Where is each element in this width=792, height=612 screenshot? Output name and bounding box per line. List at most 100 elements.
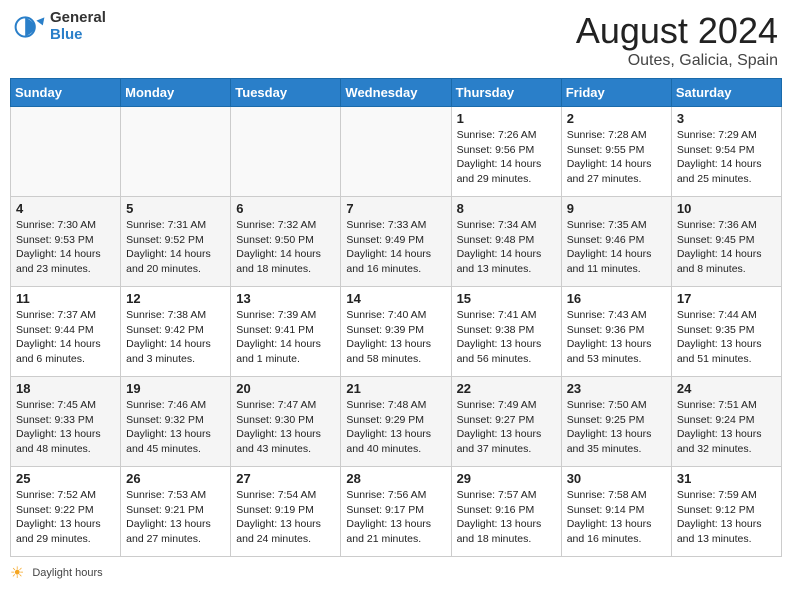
sun-icon: ☀ [10, 563, 24, 583]
day-number: 1 [457, 111, 556, 126]
logo-blue-text: Blue [50, 27, 106, 44]
day-info: Sunrise: 7:48 AM Sunset: 9:29 PM Dayligh… [346, 398, 445, 457]
day-info: Sunrise: 7:57 AM Sunset: 9:16 PM Dayligh… [457, 488, 556, 547]
calendar-cell: 7 Sunrise: 7:33 AM Sunset: 9:49 PM Daylig… [341, 197, 451, 287]
calendar-header: SundayMondayTuesdayWednesdayThursdayFrid… [11, 79, 782, 107]
calendar-cell: 22 Sunrise: 7:49 AM Sunset: 9:27 PM Dayli… [451, 377, 561, 467]
title-area: August 2024 Outes, Galicia, Spain [576, 10, 778, 70]
day-number: 10 [677, 201, 776, 216]
day-number: 16 [567, 291, 666, 306]
day-info: Sunrise: 7:36 AM Sunset: 9:45 PM Dayligh… [677, 218, 776, 277]
logo-general-text: General [50, 10, 106, 27]
calendar-cell: 21 Sunrise: 7:48 AM Sunset: 9:29 PM Dayli… [341, 377, 451, 467]
day-number: 2 [567, 111, 666, 126]
day-header-friday: Friday [561, 79, 671, 107]
day-number: 15 [457, 291, 556, 306]
day-info: Sunrise: 7:59 AM Sunset: 9:12 PM Dayligh… [677, 488, 776, 547]
day-number: 27 [236, 471, 335, 486]
day-info: Sunrise: 7:50 AM Sunset: 9:25 PM Dayligh… [567, 398, 666, 457]
day-number: 19 [126, 381, 225, 396]
logo-icon [14, 11, 46, 43]
week-row-3: 11 Sunrise: 7:37 AM Sunset: 9:44 PM Dayli… [11, 287, 782, 377]
calendar-cell: 13 Sunrise: 7:39 AM Sunset: 9:41 PM Dayli… [231, 287, 341, 377]
day-number: 25 [16, 471, 115, 486]
day-info: Sunrise: 7:26 AM Sunset: 9:56 PM Dayligh… [457, 128, 556, 187]
calendar-cell: 15 Sunrise: 7:41 AM Sunset: 9:38 PM Dayli… [451, 287, 561, 377]
calendar-cell [121, 107, 231, 197]
day-header-monday: Monday [121, 79, 231, 107]
day-number: 14 [346, 291, 445, 306]
day-info: Sunrise: 7:39 AM Sunset: 9:41 PM Dayligh… [236, 308, 335, 367]
calendar-cell: 25 Sunrise: 7:52 AM Sunset: 9:22 PM Dayli… [11, 467, 121, 557]
day-number: 28 [346, 471, 445, 486]
main-title: August 2024 [576, 10, 778, 52]
day-info: Sunrise: 7:35 AM Sunset: 9:46 PM Dayligh… [567, 218, 666, 277]
calendar-cell: 10 Sunrise: 7:36 AM Sunset: 9:45 PM Dayli… [671, 197, 781, 287]
day-info: Sunrise: 7:44 AM Sunset: 9:35 PM Dayligh… [677, 308, 776, 367]
day-number: 20 [236, 381, 335, 396]
calendar-cell: 23 Sunrise: 7:50 AM Sunset: 9:25 PM Dayli… [561, 377, 671, 467]
day-number: 22 [457, 381, 556, 396]
day-header-tuesday: Tuesday [231, 79, 341, 107]
day-number: 29 [457, 471, 556, 486]
logo-text: General Blue [50, 10, 106, 43]
calendar-cell: 11 Sunrise: 7:37 AM Sunset: 9:44 PM Dayli… [11, 287, 121, 377]
calendar-cell: 14Sunrise: 7:40 AM Sunset: 9:39 PM Dayli… [341, 287, 451, 377]
calendar-cell: 2 Sunrise: 7:28 AM Sunset: 9:55 PM Daylig… [561, 107, 671, 197]
calendar-cell: 18Sunrise: 7:45 AM Sunset: 9:33 PM Dayli… [11, 377, 121, 467]
calendar-cell: 19 Sunrise: 7:46 AM Sunset: 9:32 PM Dayli… [121, 377, 231, 467]
calendar-cell: 3Sunrise: 7:29 AM Sunset: 9:54 PM Daylig… [671, 107, 781, 197]
day-info: Sunrise: 7:54 AM Sunset: 9:19 PM Dayligh… [236, 488, 335, 547]
day-number: 30 [567, 471, 666, 486]
calendar-cell: 1 Sunrise: 7:26 AM Sunset: 9:56 PM Daylig… [451, 107, 561, 197]
day-number: 6 [236, 201, 335, 216]
day-info: Sunrise: 7:49 AM Sunset: 9:27 PM Dayligh… [457, 398, 556, 457]
calendar-cell [341, 107, 451, 197]
day-info: Sunrise: 7:37 AM Sunset: 9:44 PM Dayligh… [16, 308, 115, 367]
day-info: Sunrise: 7:30 AM Sunset: 9:53 PM Dayligh… [16, 218, 115, 277]
day-info: Sunrise: 7:38 AM Sunset: 9:42 PM Dayligh… [126, 308, 225, 367]
day-number: 9 [567, 201, 666, 216]
calendar-cell: 8 Sunrise: 7:34 AM Sunset: 9:48 PM Daylig… [451, 197, 561, 287]
day-info: Sunrise: 7:51 AM Sunset: 9:24 PM Dayligh… [677, 398, 776, 457]
day-header-saturday: Saturday [671, 79, 781, 107]
day-info: Sunrise: 7:33 AM Sunset: 9:49 PM Dayligh… [346, 218, 445, 277]
day-info: Sunrise: 7:52 AM Sunset: 9:22 PM Dayligh… [16, 488, 115, 547]
calendar-cell: 26Sunrise: 7:53 AM Sunset: 9:21 PM Dayli… [121, 467, 231, 557]
day-number: 7 [346, 201, 445, 216]
footer-note: ☀ Daylight hours [10, 563, 782, 583]
calendar-cell: 6Sunrise: 7:32 AM Sunset: 9:50 PM Daylig… [231, 197, 341, 287]
day-info: Sunrise: 7:29 AM Sunset: 9:54 PM Dayligh… [677, 128, 776, 187]
calendar-cell: 20 Sunrise: 7:47 AM Sunset: 9:30 PM Dayli… [231, 377, 341, 467]
calendar-cell [11, 107, 121, 197]
day-number: 21 [346, 381, 445, 396]
calendar-cell: 17 Sunrise: 7:44 AM Sunset: 9:35 PM Dayli… [671, 287, 781, 377]
day-number: 26 [126, 471, 225, 486]
day-info: Sunrise: 7:56 AM Sunset: 9:17 PM Dayligh… [346, 488, 445, 547]
day-info: Sunrise: 7:34 AM Sunset: 9:48 PM Dayligh… [457, 218, 556, 277]
day-header-sunday: Sunday [11, 79, 121, 107]
week-row-4: 18Sunrise: 7:45 AM Sunset: 9:33 PM Dayli… [11, 377, 782, 467]
day-info: Sunrise: 7:46 AM Sunset: 9:32 PM Dayligh… [126, 398, 225, 457]
day-number: 23 [567, 381, 666, 396]
subtitle: Outes, Galicia, Spain [576, 52, 778, 70]
calendar-cell: 31 Sunrise: 7:59 AM Sunset: 9:12 PM Dayli… [671, 467, 781, 557]
day-info: Sunrise: 7:41 AM Sunset: 9:38 PM Dayligh… [457, 308, 556, 367]
calendar-cell: 12 Sunrise: 7:38 AM Sunset: 9:42 PM Dayli… [121, 287, 231, 377]
day-info: Sunrise: 7:58 AM Sunset: 9:14 PM Dayligh… [567, 488, 666, 547]
day-info: Sunrise: 7:28 AM Sunset: 9:55 PM Dayligh… [567, 128, 666, 187]
calendar-cell: 4 Sunrise: 7:30 AM Sunset: 9:53 PM Daylig… [11, 197, 121, 287]
calendar-cell: 30 Sunrise: 7:58 AM Sunset: 9:14 PM Dayli… [561, 467, 671, 557]
day-number: 12 [126, 291, 225, 306]
day-number: 17 [677, 291, 776, 306]
daylight-label: Daylight hours [32, 567, 102, 579]
day-number: 31 [677, 471, 776, 486]
day-number: 11 [16, 291, 115, 306]
day-number: 8 [457, 201, 556, 216]
day-info: Sunrise: 7:43 AM Sunset: 9:36 PM Dayligh… [567, 308, 666, 367]
day-number: 13 [236, 291, 335, 306]
day-info: Sunrise: 7:47 AM Sunset: 9:30 PM Dayligh… [236, 398, 335, 457]
calendar-cell: 5Sunrise: 7:31 AM Sunset: 9:52 PM Daylig… [121, 197, 231, 287]
day-number: 4 [16, 201, 115, 216]
day-header-thursday: Thursday [451, 79, 561, 107]
